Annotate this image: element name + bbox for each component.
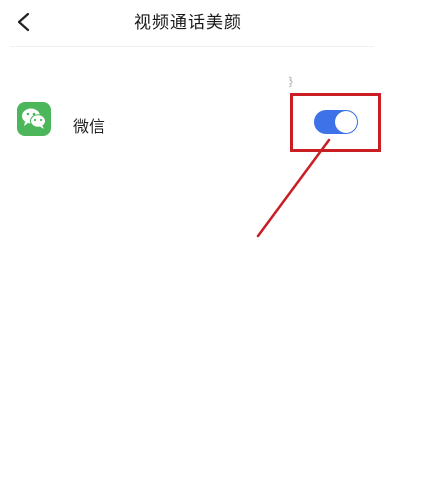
list-item-wechat: 微信	[0, 98, 427, 152]
header: 视频通话美颜	[0, 0, 427, 44]
divider	[10, 46, 374, 47]
decorative-mark	[288, 76, 293, 88]
annotation-arrow	[256, 138, 331, 238]
page-title: 视频通话美颜	[134, 13, 242, 33]
toggle-knob	[335, 111, 357, 133]
screen: 视频通话美颜 微信	[0, 0, 427, 479]
wechat-beauty-toggle[interactable]	[314, 110, 358, 134]
wechat-icon	[17, 102, 51, 136]
app-name-label: 微信	[73, 117, 106, 136]
